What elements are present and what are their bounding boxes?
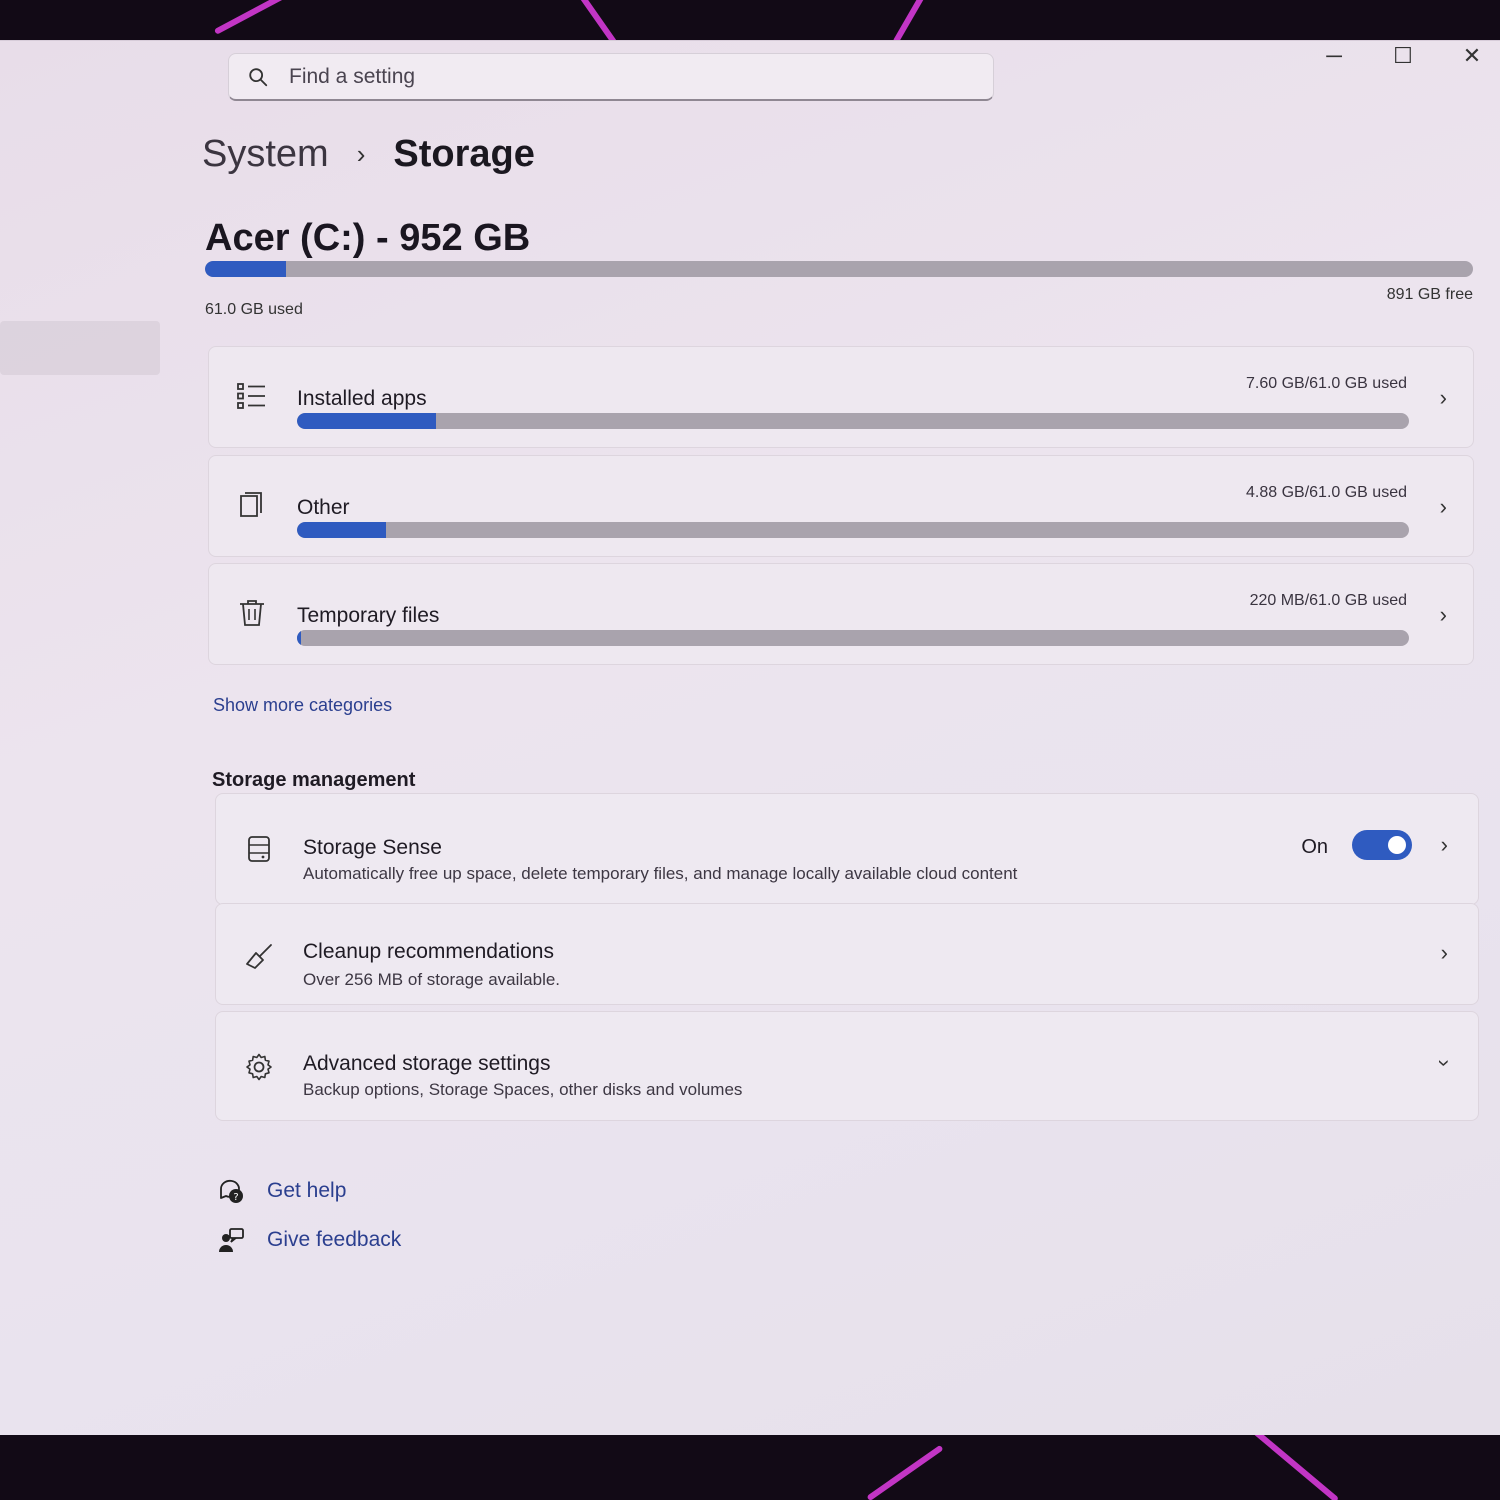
storage-management-heading: Storage management [212,769,416,791]
drive-used-label: 61.0 GB used [205,301,303,318]
drive-free-label: 891 GB free [1386,286,1473,303]
chevron-right-icon: › [1439,385,1447,410]
get-help-link[interactable]: ? Get help [217,1177,346,1205]
category-usage-bar [297,413,1409,429]
category-usage-fill [297,522,386,538]
advanced-title: Advanced storage settings [303,1052,551,1075]
trash-icon [240,600,264,626]
category-amount: 7.60 GB/61.0 GB used [1246,375,1407,392]
category-usage-fill [297,630,301,646]
wallpaper-streak [572,0,618,46]
minimize-button[interactable]: ─ [1314,41,1354,71]
list-icon [237,383,265,409]
advanced-storage-settings-card[interactable]: Advanced storage settings Backup options… [215,1011,1479,1121]
storage-sense-toggle[interactable] [1352,830,1412,860]
broom-icon [246,944,272,969]
get-help-label: Get help [267,1179,347,1202]
category-amount: 220 MB/61.0 GB used [1249,592,1407,609]
feedback-icon [219,1228,244,1252]
svg-text:?: ? [233,1192,238,1203]
chevron-right-icon: › [1440,832,1448,857]
category-amount: 4.88 GB/61.0 GB used [1246,484,1407,501]
wallpaper-streak [892,0,928,45]
search-box[interactable] [228,53,994,101]
show-more-categories-link[interactable]: Show more categories [213,695,392,716]
help-chat-icon: ? [220,1179,243,1203]
category-usage-fill [297,413,436,429]
chevron-right-icon: › [1439,602,1447,627]
category-installed-apps[interactable]: Installed apps 7.60 GB/61.0 GB used › [208,346,1474,448]
cleanup-recommendations-card[interactable]: Cleanup recommendations Over 256 MB of s… [215,903,1479,1005]
storage-sense-card[interactable]: Storage Sense Automatically free up spac… [215,793,1479,905]
drive-usage-fill [205,261,287,277]
nav-selected-item[interactable] [0,321,160,375]
drive-usage-bar [205,261,1473,277]
maximize-button[interactable]: ☐ [1383,41,1423,71]
search-icon [249,67,268,86]
storage-drive-icon [248,836,270,862]
chevron-down-icon: › [1432,1059,1458,1067]
page-title: Storage [393,133,535,175]
settings-window: ─ ☐ ✕ System › Storage Acer (C:) - 952 G… [0,40,1500,1435]
breadcrumb: System › Storage [202,133,535,176]
category-label: Other [297,496,350,519]
give-feedback-label: Give feedback [267,1228,402,1251]
give-feedback-link[interactable]: Give feedback [217,1226,401,1254]
storage-sense-title: Storage Sense [303,836,442,859]
chevron-right-icon: › [1440,940,1448,965]
storage-sense-subtitle: Automatically free up space, delete temp… [303,864,1018,883]
gear-icon [246,1053,272,1081]
wallpaper-streak [866,1444,944,1500]
cleanup-subtitle: Over 256 MB of storage available. [303,970,561,989]
category-label: Temporary files [297,604,440,627]
wallpaper-streak [1250,1427,1340,1500]
chevron-right-icon: › [1439,494,1447,519]
category-usage-bar [297,522,1409,538]
cleanup-title: Cleanup recommendations [303,940,554,963]
storage-sense-toggle-label: On [1301,836,1328,858]
category-usage-bar [297,630,1409,646]
category-other[interactable]: Other 4.88 GB/61.0 GB used › [208,455,1474,557]
toggle-knob [1388,836,1406,854]
category-label: Installed apps [297,387,427,410]
drive-title: Acer (C:) - 952 GB [205,217,531,259]
category-temporary-files[interactable]: Temporary files 220 MB/61.0 GB used › [208,563,1474,665]
breadcrumb-chevron-icon: › [356,139,366,169]
advanced-subtitle: Backup options, Storage Spaces, other di… [303,1080,743,1099]
search-input[interactable] [289,64,949,89]
breadcrumb-system[interactable]: System [202,133,329,176]
close-button[interactable]: ✕ [1452,41,1492,71]
wallpaper-streak [213,0,297,35]
document-icon [240,492,262,517]
